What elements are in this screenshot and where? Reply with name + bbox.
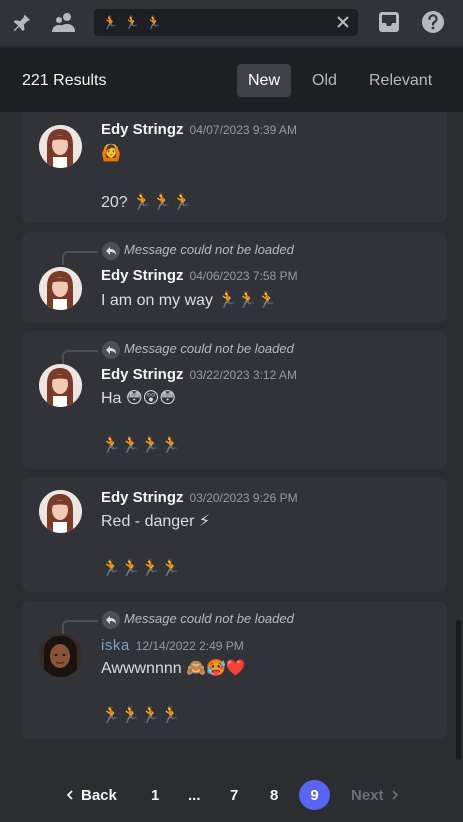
pin-icon[interactable] <box>8 9 34 35</box>
sort-relevant-tab[interactable]: Relevant <box>358 64 443 97</box>
reply-unavailable-text: Message could not be loaded <box>124 341 294 356</box>
message-line: Ha 😳😲😳 <box>101 390 176 407</box>
message-timestamp: 12/14/2022 2:49 PM <box>135 639 244 653</box>
search-results-list: Edy Stringz 04/07/2023 9:39 AM 🙆 20? 🏃🏃🏃 … <box>0 112 463 762</box>
message-line: Awwwnnnn 🙈🥵❤️ <box>101 660 246 677</box>
reply-unavailable-text: Message could not be loaded <box>124 611 294 626</box>
next-page-button[interactable]: Next <box>351 780 399 810</box>
reply-icon <box>102 611 120 629</box>
result-card[interactable]: Message could not be loaded Edy Stringz 0… <box>22 331 447 469</box>
avatar <box>39 267 82 310</box>
message-line: 🏃🏃🏃🏃 <box>101 707 181 724</box>
message-timestamp: 04/06/2023 7:58 PM <box>189 269 298 283</box>
results-count: 221 Results <box>22 72 107 89</box>
message-line: 🙆 <box>101 145 121 162</box>
reply-icon <box>102 242 120 260</box>
toolbar: 🏃 🏃 🏃 <box>0 0 463 46</box>
page-button[interactable]: 1 <box>151 780 159 810</box>
message-line: Red - danger ⚡ <box>101 513 211 530</box>
inbox-icon[interactable] <box>376 9 402 35</box>
message-timestamp: 04/07/2023 9:39 AM <box>189 123 297 137</box>
next-label: Next <box>351 786 384 804</box>
current-page-button[interactable]: 9 <box>299 780 330 810</box>
result-card[interactable]: Edy Stringz 04/07/2023 9:39 AM 🙆 20? 🏃🏃🏃 <box>22 112 447 223</box>
sort-old-tab[interactable]: Old <box>301 64 348 97</box>
clear-search-icon[interactable] <box>334 13 352 31</box>
message-line: 🏃🏃🏃🏃 <box>101 437 181 454</box>
reply-icon <box>102 341 120 359</box>
previous-page-button[interactable]: Back <box>66 780 117 810</box>
result-card[interactable]: Edy Stringz 03/20/2023 9:26 PM Red - dang… <box>22 478 447 592</box>
avatar <box>39 634 82 677</box>
reply-connector <box>62 620 98 634</box>
search-query: 🏃 🏃 🏃 <box>102 14 163 30</box>
members-icon[interactable] <box>51 9 77 35</box>
pagination: Back 1 ... 7 8 9 Next <box>0 770 463 820</box>
help-icon[interactable] <box>420 9 446 35</box>
message-author[interactable]: Edy Stringz 03/20/2023 9:26 PM <box>101 489 298 506</box>
message-author[interactable]: Edy Stringz 03/22/2023 3:12 AM <box>101 366 297 383</box>
message-line: 🏃🏃🏃🏃 <box>101 560 181 577</box>
page-button[interactable]: 8 <box>270 780 278 810</box>
back-label: Back <box>81 786 117 804</box>
message-timestamp: 03/22/2023 3:12 AM <box>189 368 297 382</box>
chevron-left-icon <box>66 790 73 800</box>
chevron-right-icon <box>391 790 399 800</box>
message-author[interactable]: iska 12/14/2022 2:49 PM <box>101 637 244 654</box>
avatar <box>39 364 82 407</box>
message-line: 20? 🏃🏃🏃 <box>101 194 192 211</box>
message-timestamp: 03/20/2023 9:26 PM <box>189 491 298 505</box>
reply-connector <box>62 350 98 364</box>
page-button[interactable]: 7 <box>230 780 238 810</box>
avatar <box>39 490 82 533</box>
sort-new-tab[interactable]: New <box>237 64 292 97</box>
search-input[interactable]: 🏃 🏃 🏃 <box>94 9 358 36</box>
results-scrollbar[interactable] <box>456 620 461 760</box>
result-card[interactable]: Message could not be loaded iska 12/14/20… <box>22 601 447 739</box>
reply-connector <box>62 251 98 265</box>
avatar <box>39 125 82 168</box>
reply-unavailable-text: Message could not be loaded <box>124 242 294 257</box>
page-ellipsis: ... <box>188 786 201 804</box>
message-author[interactable]: Edy Stringz 04/06/2023 7:58 PM <box>101 267 298 284</box>
result-card[interactable]: Message could not be loaded Edy Stringz 0… <box>22 232 447 322</box>
message-author[interactable]: Edy Stringz 04/07/2023 9:39 AM <box>101 121 297 138</box>
message-line: I am on my way 🏃🏃🏃 <box>101 292 278 309</box>
results-header: 221 Results New Old Relevant <box>0 46 463 112</box>
